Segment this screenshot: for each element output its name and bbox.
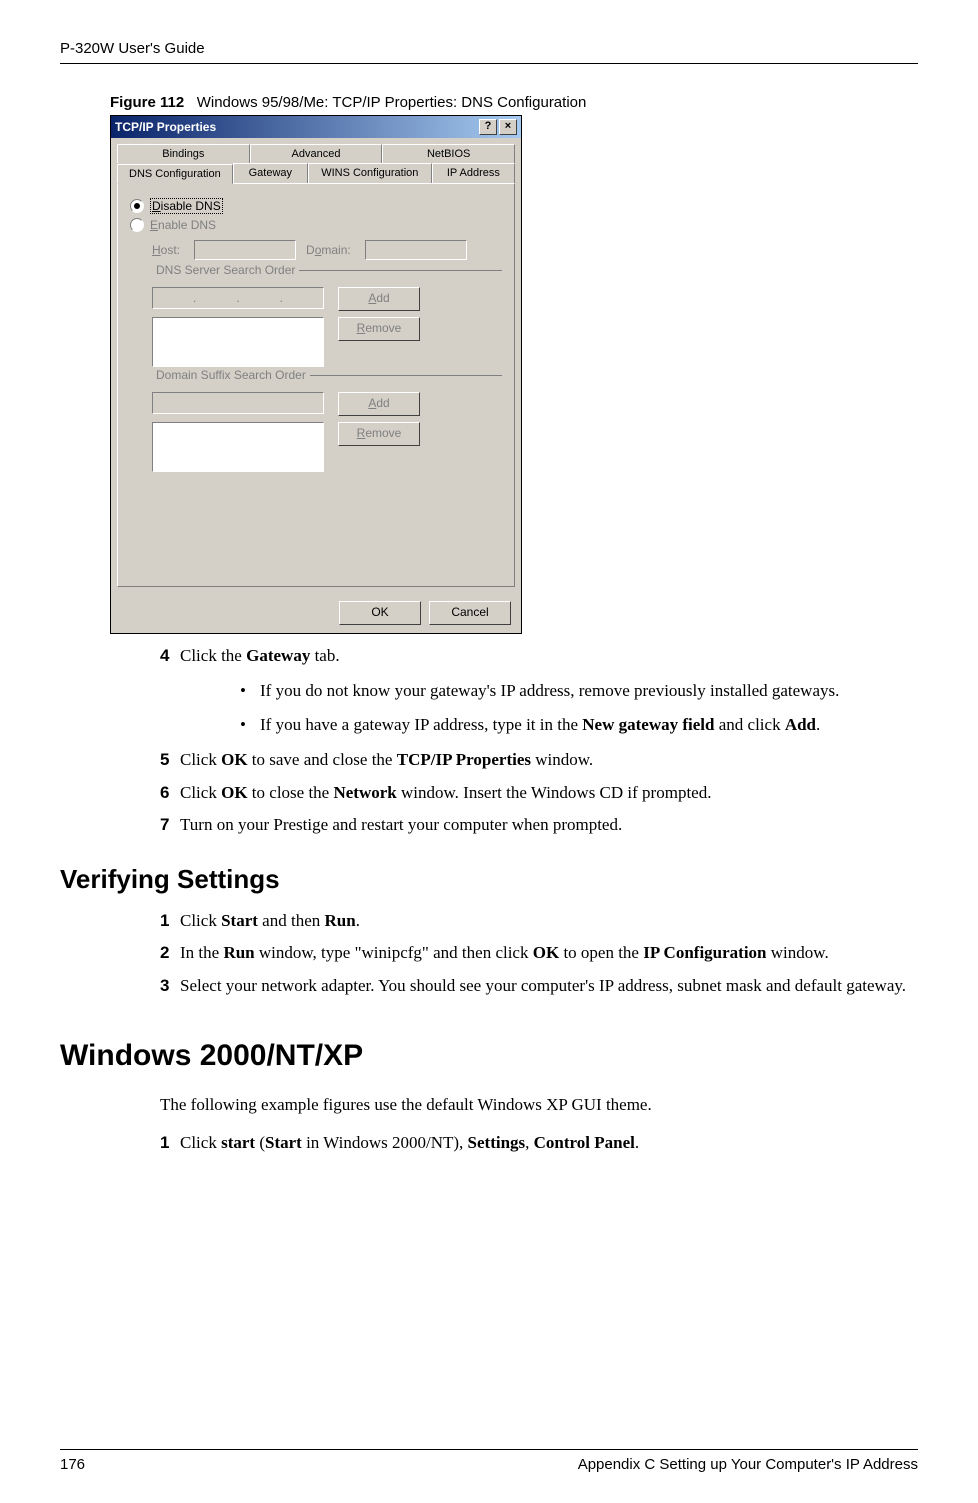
radio-enable-dns[interactable]: Enable DNS	[130, 218, 502, 232]
step-number: 1	[160, 1131, 180, 1156]
tab-row-bottom: DNS Configuration Gateway WINS Configura…	[117, 163, 515, 183]
tab-gateway[interactable]: Gateway	[233, 163, 308, 183]
step-number: 2	[160, 941, 180, 966]
domain-input[interactable]	[365, 240, 467, 260]
tab-panel: Disable DNS Enable DNS Host: Domain: DNS…	[117, 183, 515, 587]
help-button[interactable]: ?	[479, 119, 497, 135]
step-text: Turn on your Prestige and restart your c…	[180, 813, 622, 838]
suffix-input[interactable]	[152, 392, 324, 414]
step-text: In the Run window, type "winipcfg" and t…	[180, 941, 829, 966]
intro-paragraph: The following example figures use the de…	[160, 1093, 918, 1118]
windows-2000-nt-xp-heading: Windows 2000/NT/XP	[60, 1039, 918, 1073]
host-input[interactable]	[194, 240, 296, 260]
tab-advanced[interactable]: Advanced	[250, 144, 383, 163]
host-label: Host:	[152, 243, 180, 257]
figure-number: Figure 112	[110, 94, 184, 111]
suffix-list[interactable]	[152, 422, 324, 472]
radio-disable-text: isable DNS	[161, 199, 221, 213]
tab-row-top: Bindings Advanced NetBIOS	[117, 144, 515, 163]
radio-icon	[130, 218, 144, 232]
cancel-button[interactable]: Cancel	[429, 601, 511, 625]
tab-bindings[interactable]: Bindings	[117, 144, 250, 163]
tab-netbios[interactable]: NetBIOS	[382, 144, 515, 163]
step-text: Click start (Start in Windows 2000/NT), …	[180, 1131, 639, 1156]
domain-suffix-group: Domain Suffix Search Order Add Remove	[152, 375, 502, 472]
close-button[interactable]: ×	[499, 119, 517, 135]
step-number: 5	[160, 748, 180, 773]
bullet-text: If you have a gateway IP address, type i…	[260, 713, 820, 738]
step-text: Click Start and then Run.	[180, 909, 360, 934]
dns-ip-input[interactable]: ...	[152, 287, 324, 309]
tab-dns-configuration[interactable]: DNS Configuration	[117, 164, 233, 184]
domain-label: Domain:	[306, 243, 351, 257]
step-number: 6	[160, 781, 180, 806]
dialog-titlebar: TCP/IP Properties ? ×	[111, 116, 521, 138]
page-footer: 176 Appendix C Setting up Your Computer'…	[60, 1449, 918, 1473]
add-suffix-button[interactable]: Add	[338, 392, 420, 416]
radio-icon	[130, 199, 144, 213]
figure-caption: Figure 112 Windows 95/98/Me: TCP/IP Prop…	[110, 94, 918, 111]
verifying-settings-heading: Verifying Settings	[60, 864, 918, 895]
bullet-icon: •	[240, 713, 260, 738]
step-text: Click OK to save and close the TCP/IP Pr…	[180, 748, 593, 773]
bullet-text: If you do not know your gateway's IP add…	[260, 679, 839, 704]
group-title-dns: DNS Server Search Order	[152, 263, 299, 277]
radio-disable-dns[interactable]: Disable DNS	[130, 198, 502, 214]
bullet-icon: •	[240, 679, 260, 704]
dialog-title: TCP/IP Properties	[115, 120, 216, 134]
page-number: 176	[60, 1456, 85, 1473]
step-number: 4	[160, 644, 180, 669]
tab-ip-address[interactable]: IP Address	[432, 163, 515, 183]
group-title-suffix: Domain Suffix Search Order	[152, 368, 310, 382]
tab-wins-configuration[interactable]: WINS Configuration	[308, 163, 432, 183]
radio-disable-prefix: D	[152, 199, 161, 213]
tcpip-properties-dialog: TCP/IP Properties ? × Bindings Advanced …	[110, 115, 522, 634]
figure-caption-text: Windows 95/98/Me: TCP/IP Properties: DNS…	[197, 94, 587, 111]
dns-list[interactable]	[152, 317, 324, 367]
step-text: Click the Gateway tab.	[180, 644, 340, 669]
step-number: 1	[160, 909, 180, 934]
running-header: P-320W User's Guide	[60, 40, 918, 64]
radio-enable-prefix: E	[150, 218, 158, 232]
footer-section: Appendix C Setting up Your Computer's IP…	[578, 1456, 918, 1473]
add-dns-button[interactable]: Add	[338, 287, 420, 311]
ok-button[interactable]: OK	[339, 601, 421, 625]
step-number: 3	[160, 974, 180, 999]
remove-suffix-button[interactable]: Remove	[338, 422, 420, 446]
step-number: 7	[160, 813, 180, 838]
step-text: Select your network adapter. You should …	[180, 974, 906, 999]
dns-server-search-order-group: DNS Server Search Order ... Add Remove	[152, 270, 502, 367]
remove-dns-button[interactable]: Remove	[338, 317, 420, 341]
radio-enable-text: nable DNS	[158, 218, 216, 232]
step-text: Click OK to close the Network window. In…	[180, 781, 711, 806]
